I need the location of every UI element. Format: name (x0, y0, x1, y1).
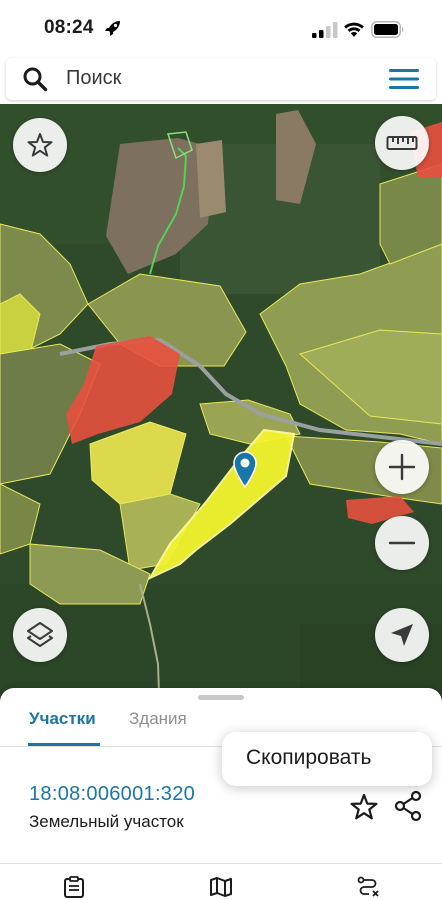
search-icon (23, 67, 48, 92)
layers-button[interactable] (13, 608, 67, 662)
list-icon[interactable] (62, 876, 86, 898)
layers-icon (27, 622, 53, 647)
share-icon[interactable] (393, 790, 423, 822)
parcel-type: Земельный участок (29, 812, 184, 831)
copy-button[interactable]: Скопировать (246, 746, 371, 770)
parcel-number[interactable]: 18:08:006001:320 (29, 783, 195, 806)
zoom-in-button[interactable] (375, 440, 429, 494)
star-icon[interactable] (349, 792, 379, 822)
map-icon[interactable] (209, 876, 233, 898)
search-bar[interactable]: Поиск (6, 58, 436, 100)
ruler-button[interactable] (375, 116, 429, 170)
wifi-icon (344, 22, 364, 37)
pin-icon[interactable] (232, 450, 258, 488)
zoom-in-icon (388, 453, 416, 481)
locate-icon (391, 624, 413, 646)
tab-buildings[interactable]: Здания (129, 709, 187, 729)
zoom-out-button[interactable] (375, 516, 429, 570)
battery-icon (371, 21, 404, 38)
star-icon (27, 133, 53, 157)
locate-button[interactable] (375, 608, 429, 662)
tab-parcels[interactable]: Участки (29, 709, 96, 729)
status-bar: 08:24 (0, 0, 442, 58)
bottom-sheet: Участки Здания 18:08:006001:320 Земельны… (0, 688, 442, 900)
sheet-handle[interactable] (198, 695, 244, 700)
search-input[interactable]: Поиск (66, 67, 121, 90)
divider (0, 863, 442, 864)
zoom-out-icon (388, 541, 416, 545)
rocket-icon (105, 21, 120, 36)
signal-icon (312, 22, 338, 38)
menu-icon[interactable] (388, 67, 420, 91)
favorites-button[interactable] (13, 118, 67, 172)
ruler-icon (386, 136, 418, 150)
route-icon[interactable] (356, 876, 380, 898)
copy-popup[interactable]: Скопировать (222, 732, 432, 786)
status-time: 08:24 (44, 17, 94, 38)
